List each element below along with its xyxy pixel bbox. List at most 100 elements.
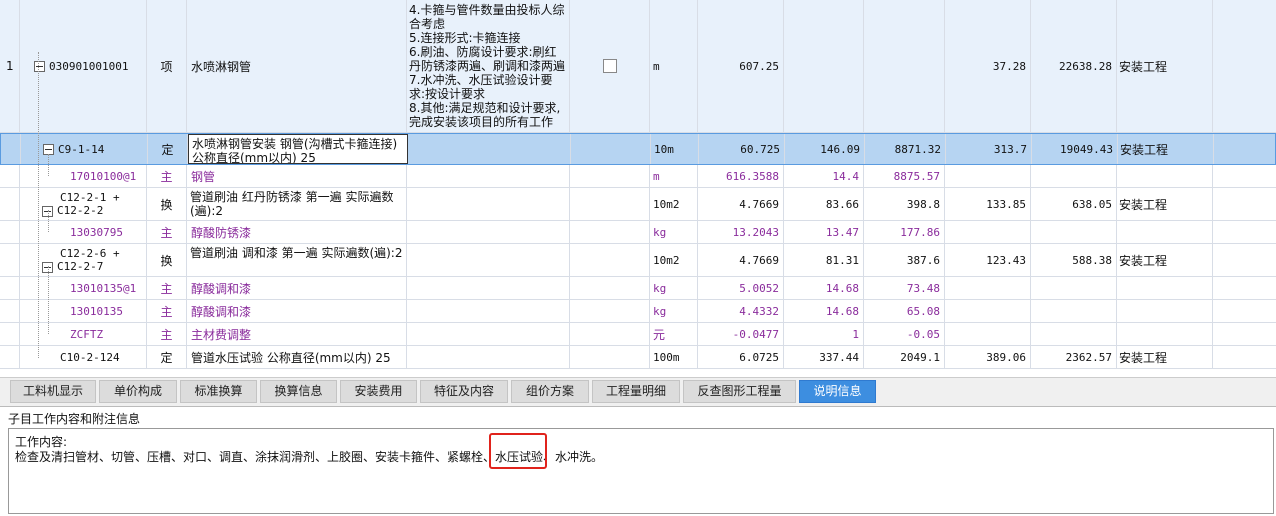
item-features [407,244,570,276]
item-unit: 10m [651,134,699,164]
item-amount: 8871.32 [865,134,946,164]
item-price: 1 [784,323,864,345]
feature-line: 完成安装该项目的所有工作 [409,115,554,129]
item-type: 主 [147,221,187,243]
table-row[interactable]: C10-2-124 定 管道水压试验 公称直径(mm以内) 25 100m 6.… [0,346,1276,369]
item-name[interactable]: 钢管 [187,165,407,187]
item-unit: kg [650,300,698,322]
item-qty[interactable]: -0.0477 [698,323,784,345]
feature-line: 4.卡箍与管件数量由投标人综 [409,3,565,17]
table-row[interactable]: 17010100@1 主 钢管 m 616.3588 14.4 8875.57 [0,165,1276,188]
item-qty[interactable]: 4.7669 [698,244,784,276]
item-total: 638.05 [1031,188,1117,220]
item-features [407,188,570,220]
item-name[interactable]: 主材费调整 [187,323,407,345]
item-features [407,300,570,322]
table-row[interactable]: 13030795 主 醇酸防锈漆 kg 13.2043 13.47 177.86 [0,221,1276,244]
empty-cell [1213,165,1276,187]
item-name[interactable]: 醇酸调和漆 [187,277,407,299]
item-name[interactable]: 管道水压试验 公称直径(mm以内) 25 [187,346,407,368]
item-qty[interactable]: 6.0725 [698,346,784,368]
item-fee: 123.43 [945,244,1031,276]
item-total [1031,165,1117,187]
item-code: 17010100@1 [20,165,147,187]
feature-line: 8.其他:满足规范和设计要求, [409,101,561,115]
item-unit: m [650,0,698,132]
item-unit: 10m2 [650,244,698,276]
row-index [0,346,20,368]
tab-reverse-check[interactable]: 反查图形工程量 [683,380,796,403]
empty-cell [570,165,650,187]
description-textarea[interactable]: 工作内容: 检查及清扫管材、切管、压槽、对口、调直、涂抹润滑剂、上胶圈、安装卡箍… [8,428,1274,514]
collapse-icon[interactable] [43,143,54,155]
item-price: 146.09 [785,134,865,164]
item-category: 安装工程 [1117,0,1213,132]
feature-line: 丹防锈漆两遍、刷调和漆两遍 [409,59,566,73]
item-name[interactable]: 管道刷油 红丹防锈漆 第一遍 实际遍数(遍):2 [187,188,407,220]
empty-cell [1213,188,1276,220]
item-category: 安装工程 [1117,346,1213,368]
item-name[interactable]: 醇酸防锈漆 [187,221,407,243]
item-qty[interactable]: 4.7669 [698,188,784,220]
item-features [407,221,570,243]
highlight-box [489,433,547,469]
row-index: 1 [0,0,20,132]
tab-description[interactable]: 说明信息 [799,380,876,403]
tab-features[interactable]: 特征及内容 [420,380,508,403]
item-fee [945,323,1031,345]
empty-cell [1213,277,1276,299]
tab-conversion-info[interactable]: 换算信息 [260,380,337,403]
item-name[interactable]: 水喷淋钢管 [187,0,407,132]
tab-pricing-plan[interactable]: 组价方案 [511,380,589,403]
item-fee [945,277,1031,299]
item-amount: 398.8 [864,188,945,220]
work-content-text: 检查及清扫管材、切管、压槽、对口、调直、涂抹润滑剂、上胶圈、安装卡箍件、紧螺栓、… [15,450,1267,465]
empty-cell [1214,134,1276,164]
item-features[interactable]: 4.卡箍与管件数量由投标人综 合考虑 5.连接形式:卡箍连接 6.刷油、防腐设计… [407,0,570,132]
item-qty[interactable]: 4.4332 [698,300,784,322]
item-qty[interactable]: 13.2043 [698,221,784,243]
table-row[interactable]: 13010135@1 主 醇酸调和漆 kg 5.0052 14.68 73.48 [0,277,1276,300]
item-total [1031,221,1117,243]
tree-line [48,266,49,334]
item-type: 定 [147,346,187,368]
tab-unit-price[interactable]: 单价构成 [99,380,177,403]
empty-cell [570,300,650,322]
panel-title: 子目工作内容和附注信息 [8,412,141,426]
item-type: 定 [148,134,188,164]
table-row[interactable]: ZCFTZ 主 主材费调整 元 -0.0477 1 -0.05 [0,323,1276,346]
tab-labor-material[interactable]: 工料机显示 [10,380,96,403]
item-name[interactable]: 管道刷油 调和漆 第一遍 实际遍数(遍):2 [187,244,407,276]
table-row[interactable]: C12-2-6 + C12-2-7 换 管道刷油 调和漆 第一遍 实际遍数(遍)… [0,244,1276,277]
item-qty[interactable]: 616.3588 [698,165,784,187]
item-qty[interactable]: 607.25 [698,0,784,132]
item-features[interactable] [408,134,571,164]
empty-cell [1213,346,1276,368]
table-row[interactable]: C12-2-1 + C12-2-2 换 管道刷油 红丹防锈漆 第一遍 实际遍数(… [0,188,1276,221]
item-fee: 389.06 [945,346,1031,368]
feature-line: 合考虑 [409,17,446,31]
row-checkbox[interactable] [602,59,617,73]
item-qty[interactable]: 60.725 [699,134,785,164]
item-unit: kg [650,277,698,299]
item-name[interactable]: 醇酸调和漆 [187,300,407,322]
item-fee: 313.7 [946,134,1032,164]
quota-grid: 1 030901001001 项 水喷淋钢管 4.卡箍与管件数量由投标人综 合考… [0,0,1276,372]
item-total: 19049.43 [1032,134,1118,164]
collapse-icon[interactable] [34,60,45,72]
item-qty[interactable]: 5.0052 [698,277,784,299]
item-fee: 133.85 [945,188,1031,220]
tree-line [48,210,49,232]
tab-quantity-detail[interactable]: 工程量明细 [592,380,680,403]
item-type: 主 [147,277,187,299]
table-row[interactable]: 1 030901001001 项 水喷淋钢管 4.卡箍与管件数量由投标人综 合考… [0,0,1276,133]
tab-standard-conversion[interactable]: 标准换算 [180,380,257,403]
table-row[interactable]: 13010135 主 醇酸调和漆 kg 4.4332 14.68 65.08 [0,300,1276,323]
table-row-selected[interactable]: C9-1-14 定 水喷淋钢管安装 钢管(沟槽式卡箍连接) 公称直径(mm以内)… [0,133,1276,165]
tab-install-fee[interactable]: 安装费用 [340,380,417,403]
row-index [1,134,21,164]
row-index [0,165,20,187]
item-name-editor[interactable]: 水喷淋钢管安装 钢管(沟槽式卡箍连接) 公称直径(mm以内) 25 [188,134,408,164]
item-unit: kg [650,221,698,243]
item-code: 13010135 [20,300,147,322]
